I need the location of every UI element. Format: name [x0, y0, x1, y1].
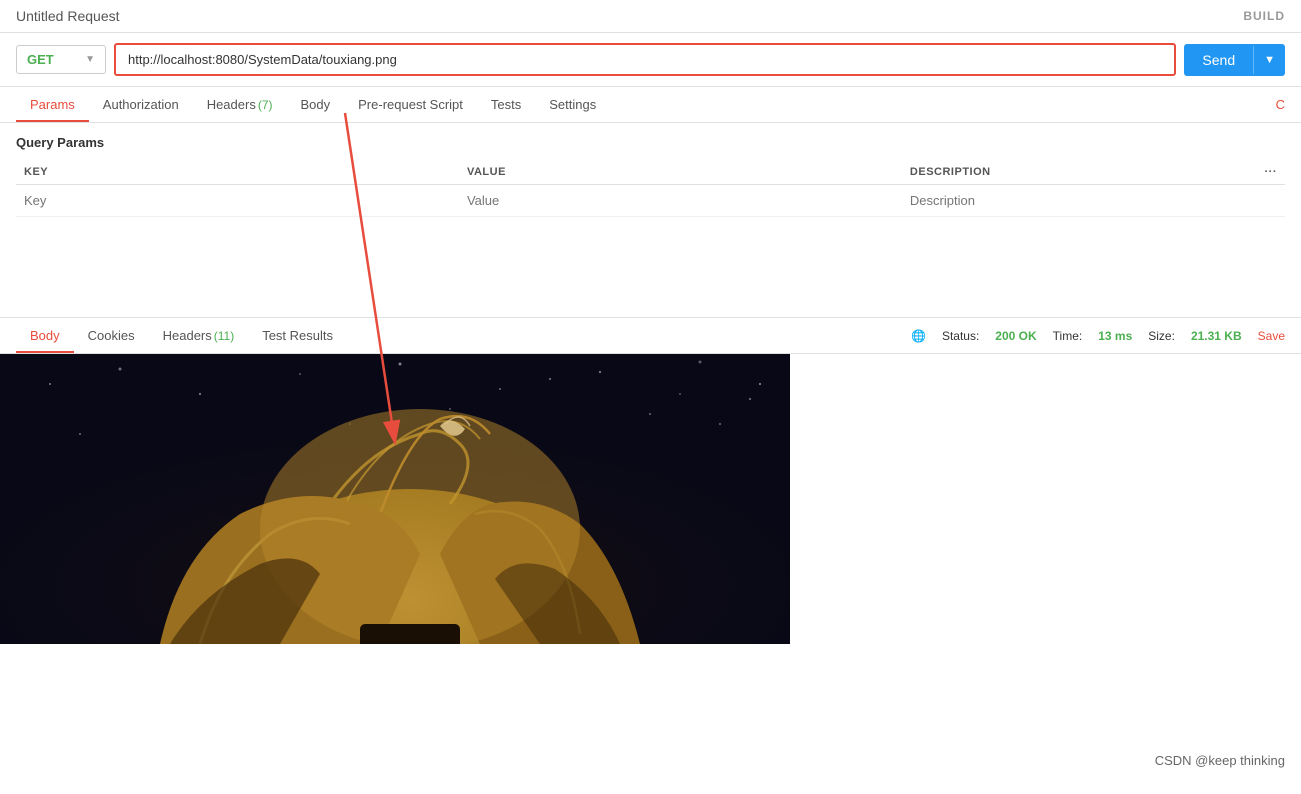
tab-params[interactable]: Params — [16, 87, 89, 122]
status-label: Status: — [942, 329, 979, 343]
top-bar: Untitled Request BUILD — [0, 0, 1301, 33]
tab-pre-request-script[interactable]: Pre-request Script — [344, 87, 477, 122]
tab-body[interactable]: Body — [287, 87, 345, 122]
tab-response-body[interactable]: Body — [16, 318, 74, 353]
method-select[interactable]: GET ▼ — [16, 45, 106, 74]
tab-authorization[interactable]: Authorization — [89, 87, 193, 122]
tab-headers[interactable]: Headers(7) — [193, 87, 287, 122]
send-label: Send — [1184, 44, 1253, 76]
globe-icon: 🌐 — [911, 329, 926, 343]
request-title: Untitled Request — [16, 8, 120, 24]
method-value: GET — [27, 52, 54, 67]
time-value: 13 ms — [1098, 329, 1132, 343]
tab-test-results[interactable]: Test Results — [248, 318, 347, 353]
image-display — [0, 354, 790, 644]
col-header-actions: ··· — [1257, 160, 1286, 185]
key-input[interactable] — [24, 193, 451, 208]
tab-settings[interactable]: Settings — [535, 87, 610, 122]
watermark: CSDN @keep thinking — [1155, 753, 1285, 768]
table-row — [16, 185, 1285, 217]
url-input[interactable] — [114, 43, 1176, 76]
request-tabs-row: Params Authorization Headers(7) Body Pre… — [0, 87, 1301, 123]
send-button[interactable]: Send ▼ — [1184, 44, 1285, 76]
size-value: 21.31 KB — [1191, 329, 1242, 343]
response-image-svg — [0, 354, 790, 644]
size-label: Size: — [1148, 329, 1175, 343]
request-bar: GET ▼ Send ▼ — [0, 33, 1301, 87]
col-header-desc: DESCRIPTION — [902, 160, 1257, 185]
tab-overflow: C — [1276, 97, 1285, 112]
col-header-value: VALUE — [459, 160, 902, 185]
section-title: Query Params — [16, 135, 1285, 150]
desc-input[interactable] — [910, 193, 1249, 208]
query-params-section: Query Params KEY VALUE DESCRIPTION ··· — [0, 123, 1301, 217]
chevron-down-icon: ▼ — [85, 54, 95, 65]
tab-tests[interactable]: Tests — [477, 87, 535, 122]
col-header-key: KEY — [16, 160, 459, 185]
value-input[interactable] — [467, 193, 894, 208]
save-button[interactable]: Save — [1258, 329, 1285, 343]
send-chevron-icon[interactable]: ▼ — [1253, 46, 1285, 74]
build-label: BUILD — [1243, 9, 1285, 23]
params-table: KEY VALUE DESCRIPTION ··· — [16, 160, 1285, 217]
response-body: CSDN @keep thinking — [0, 354, 1301, 778]
tab-cookies[interactable]: Cookies — [74, 318, 149, 353]
response-tabs-row: Body Cookies Headers(11) Test Results 🌐 … — [0, 317, 1301, 354]
time-label: Time: — [1053, 329, 1083, 343]
response-meta: 🌐 Status: 200 OK Time: 13 ms Size: 21.31… — [911, 329, 1285, 343]
status-value: 200 OK — [995, 329, 1036, 343]
tab-response-headers[interactable]: Headers(11) — [149, 318, 249, 353]
